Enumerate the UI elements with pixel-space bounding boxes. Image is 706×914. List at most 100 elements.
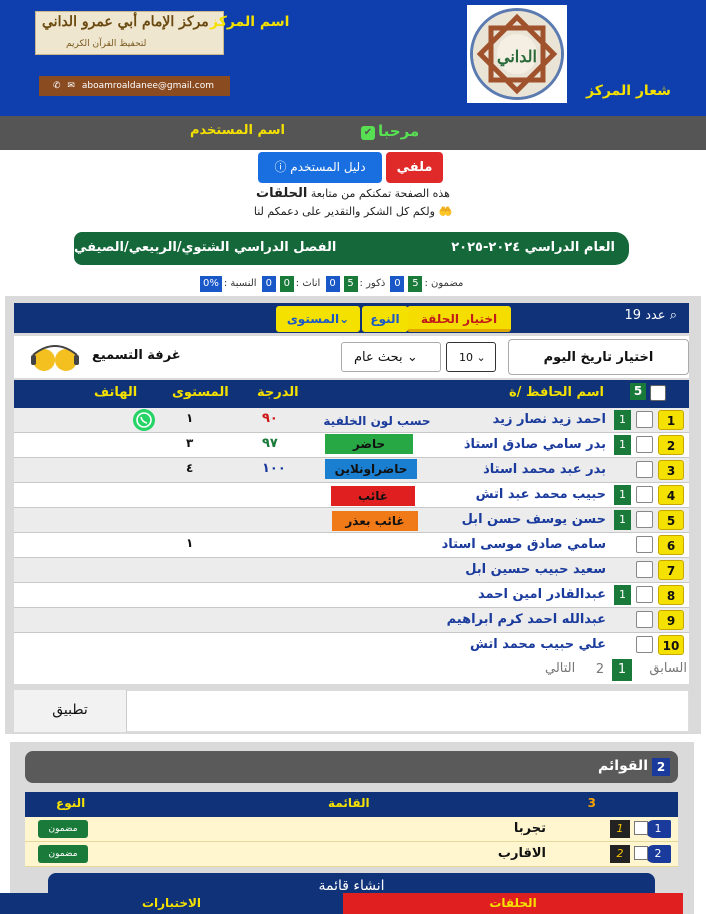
table-row[interactable]: 10 علي حبيب محمد اتش <box>14 633 689 658</box>
chevron-down-icon: ⌄ <box>339 312 350 326</box>
status-absent[interactable]: غائب <box>331 486 415 506</box>
level: ٤ <box>186 461 194 475</box>
col-name: اسم الحافظ /ة <box>509 385 604 400</box>
username-label: اسم المستخدم <box>190 123 285 138</box>
site-header: مركز الإمام أبي عمرو الداني لتحفيظ القرآ… <box>0 0 706 116</box>
status-present-online[interactable]: حاضراونلاين <box>325 459 417 479</box>
lists-table-header: 3 القائمة النوع <box>25 792 678 817</box>
col-level: المستوى <box>172 385 229 400</box>
row-checkbox[interactable] <box>636 636 653 653</box>
student-name[interactable]: عبدالقادر امين احمد <box>478 587 606 602</box>
tab-tests[interactable]: الاختبارات <box>0 893 343 914</box>
contact-bar[interactable]: ✆ ✉ aboamroaldanee@gmail.com <box>39 76 230 96</box>
logo-label: شعار المركز <box>586 83 671 99</box>
row-checkbox[interactable] <box>636 461 653 478</box>
mail-icon: ✉ <box>67 81 75 91</box>
list-item[interactable]: 2 2 الاقارب مضمون <box>25 842 678 867</box>
student-name[interactable]: علي حبيب محمد اتش <box>470 637 606 652</box>
profile-button[interactable]: ملفي <box>386 152 443 183</box>
star-emblem-icon: الداني <box>473 11 561 97</box>
grade: ٩٧ <box>262 436 278 451</box>
student-name[interactable]: حبيب محمد عبد اتش <box>476 487 606 502</box>
row-checkbox[interactable] <box>636 411 653 428</box>
list-name[interactable]: الاقارب <box>498 846 546 861</box>
student-name[interactable]: بدر سامي صادق استاذ <box>464 437 606 452</box>
student-name[interactable]: عبدالله احمد كرم ابراهيم <box>447 612 606 627</box>
row-checkbox[interactable] <box>636 436 653 453</box>
list-type-badge: مضمون <box>38 845 88 863</box>
list-checkbox[interactable] <box>634 846 648 860</box>
greeting: ✔ مرحبا <box>361 122 419 140</box>
date-picker-button[interactable]: اختيار تاريخ اليوم <box>508 339 689 375</box>
grade: ١٠٠ <box>262 461 286 476</box>
row-checkbox[interactable] <box>636 586 653 603</box>
level: ١ <box>186 536 194 550</box>
status-present[interactable]: حاضر <box>325 434 413 454</box>
recitation-room-link[interactable]: غرفة التسميع <box>92 348 181 363</box>
col-grade: الدرجة <box>257 385 299 400</box>
student-name[interactable]: بدر عبد محمد استاذ <box>483 462 606 477</box>
stats-row: مضمون :50 ذكور :50 اناث :00 النسبة :0% <box>198 276 463 292</box>
grade: ٩٠ <box>262 411 278 426</box>
row-checkbox[interactable] <box>636 511 653 528</box>
status-excused[interactable]: غائب بعذر <box>332 511 418 531</box>
results-count: عدد 19 ⌕ <box>624 308 677 323</box>
academic-year: العام الدراسي ٢٠٢٤-٢٠٢٥ <box>451 240 615 255</box>
svg-text:الداني: الداني <box>497 47 537 67</box>
level: ٣ <box>186 436 194 450</box>
whatsapp-icon: ✆ <box>53 81 61 91</box>
table-row[interactable]: 7 سعيد حبيب حسين ابل <box>14 558 689 583</box>
semester: الفصل الدراسي الشتوي/الربيعي/الصيفي <box>74 240 337 255</box>
list-item[interactable]: 1 1 تجربا مضمون <box>25 817 678 842</box>
filter-bar: عدد 19 ⌕ اختيار الحلقة النوع المستوى⌄ <box>14 303 689 333</box>
list-name[interactable]: تجربا <box>514 821 546 836</box>
student-name[interactable]: سامي صادق موسى استاد <box>442 537 606 552</box>
headphones-icon[interactable] <box>28 341 82 373</box>
row-checkbox[interactable] <box>636 536 653 553</box>
select-all-checkbox[interactable] <box>650 385 666 401</box>
search-scope-select[interactable]: بحث عام ⌄ <box>341 342 441 372</box>
center-name-label: اسم المركز <box>210 14 290 30</box>
chevron-down-icon: ⌄ <box>406 350 418 365</box>
bottom-nav: الاختبارات الحلقات <box>0 893 706 914</box>
type-dropdown[interactable]: النوع <box>362 306 408 332</box>
students-table-header: 5 اسم الحافظ /ة الدرجة المستوى الهاتف <box>14 380 689 408</box>
student-name[interactable]: حسن يوسف حسن ابل <box>462 512 606 527</box>
intro-line-1: هذه الصفحة تمكنكم من متابعة الحلقات <box>256 186 450 201</box>
academic-year-bar: العام الدراسي ٢٠٢٤-٢٠٢٥ الفصل الدراسي ال… <box>74 232 629 265</box>
page-size-select[interactable]: 10 ⌄ <box>446 342 496 372</box>
center-badge: الداني <box>467 5 567 103</box>
lists-header[interactable]: القوائم 2 <box>25 751 678 783</box>
chevron-down-icon: ⌄ <box>476 351 486 364</box>
level-dropdown[interactable]: المستوى⌄ <box>276 306 360 332</box>
next-page[interactable]: التالي <box>545 661 575 676</box>
tab-circles[interactable]: الحلقات <box>343 893 683 914</box>
row-checkbox[interactable] <box>636 486 653 503</box>
select-circle-dropdown[interactable]: اختيار الحلقة <box>407 306 511 332</box>
student-name[interactable]: احمد زيد نصار زيد <box>493 412 606 427</box>
welcome-bar: اسم المستخدم ✔ مرحبا <box>0 116 706 150</box>
list-type-badge: مضمون <box>38 820 88 838</box>
whatsapp-icon[interactable] <box>132 408 156 432</box>
legend-bg-note: حسب لون الخلفية <box>323 414 431 428</box>
col-phone: الهاتف <box>94 385 138 400</box>
list-checkbox[interactable] <box>634 821 648 835</box>
table-row[interactable]: 6 سامي صادق موسى استاد ١ <box>14 533 689 558</box>
user-guide-button[interactable]: ⓘ دليل المستخدم <box>258 152 382 183</box>
contact-email[interactable]: aboamroaldanee@gmail.com <box>82 81 214 91</box>
prev-page[interactable]: السابق <box>649 661 687 676</box>
student-name[interactable]: سعيد حبيب حسين ابل <box>465 562 606 577</box>
selected-count: 5 <box>630 383 646 400</box>
table-row[interactable]: 8 1 عبدالقادر امين احمد <box>14 583 689 608</box>
table-row[interactable]: 9 عبدالله احمد كرم ابراهيم <box>14 608 689 633</box>
page-1[interactable]: 1 <box>612 659 632 681</box>
row-checkbox[interactable] <box>636 561 653 578</box>
intro-line-2: ولكم كل الشكر والتقدير على دعمكم لنا 🤲 <box>253 205 453 218</box>
page-2[interactable]: 2 <box>591 659 609 681</box>
apply-button[interactable]: تطبيق <box>14 690 127 732</box>
search-icon[interactable]: ⌕ <box>670 308 677 323</box>
center-logo: مركز الإمام أبي عمرو الداني لتحفيظ القرآ… <box>35 11 224 55</box>
row-checkbox[interactable] <box>636 611 653 628</box>
level: ١ <box>186 411 194 425</box>
shield-icon: ✔ <box>361 126 375 140</box>
